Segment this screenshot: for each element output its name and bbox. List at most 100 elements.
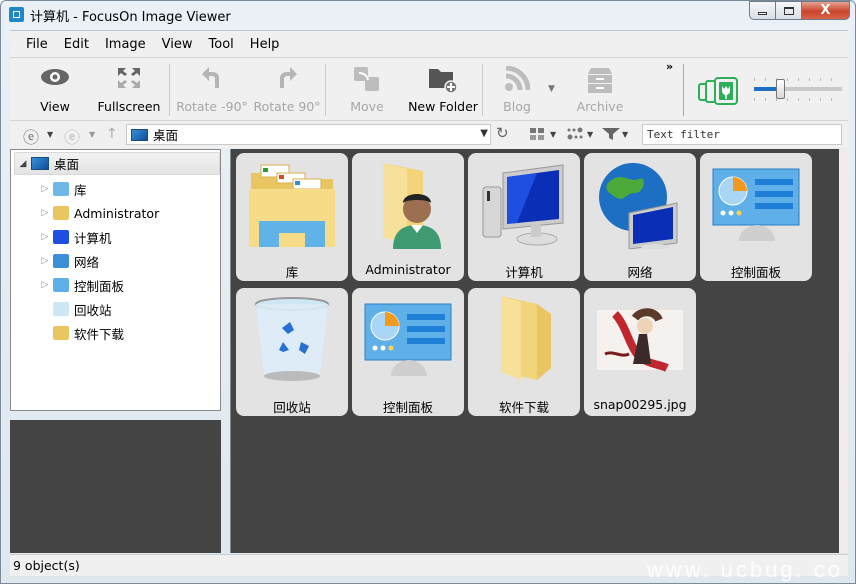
thumbnail-tile[interactable]: 控制面板 [700,153,812,281]
menu-bar: File Edit Image View Tool Help [10,30,848,57]
app-logo-icon [9,7,24,22]
menu-image[interactable]: Image [97,37,154,52]
move-button[interactable]: Move [338,62,396,118]
thumbnail-label: Administrator [365,262,451,277]
menu-file[interactable]: File [26,37,56,52]
title-bar[interactable]: 计算机 - FocusOn Image Viewer X [1,1,855,29]
thumbnail-tile[interactable]: 网络 [584,153,696,281]
tree-item-label: 控制面板 [74,278,125,294]
thumbnail-label: 回收站 [273,400,311,415]
refresh-icon[interactable]: ↻ [496,124,509,142]
vertical-scrollbar[interactable] [839,149,848,553]
layout-grid-icon[interactable] [529,127,545,141]
thumbnail-tile[interactable]: 控制面板 [352,288,464,416]
layout-dropdown-icon[interactable]: ▼ [550,130,556,139]
maximize-button[interactable] [776,1,802,20]
blog-dropdown-icon[interactable]: ▼ [548,84,555,94]
slider-ticks-top [754,78,842,81]
fullscreen-button[interactable]: Fullscreen [96,62,162,118]
caption-buttons: X [749,1,850,20]
desktop-icon [31,157,49,170]
forward-dropdown-icon[interactable]: ▼ [89,130,95,139]
thumbnail-tile[interactable]: 库 [236,153,348,281]
user-folder-icon [53,206,69,220]
expand-icon[interactable]: ▷ [37,232,53,242]
sort-dropdown-icon[interactable]: ▼ [587,130,593,139]
user-folder-icon [363,159,453,251]
tree-item[interactable]: ▷ 控制面板 [37,274,124,296]
filter-icon[interactable] [602,127,620,141]
thumbnail-size-icon [698,77,738,105]
back-dropdown-icon[interactable]: ▼ [47,130,53,139]
rotate-left-button[interactable]: Rotate -90° [176,62,248,118]
back-icon[interactable]: ⓔ [23,124,39,148]
library-icon [53,182,69,196]
tree-item-label: 库 [74,182,87,198]
address-location: 桌面 [153,128,179,143]
app-window: 计算机 - FocusOn Image Viewer X File Edit I… [0,0,856,584]
address-field[interactable]: 桌面 ▼ [126,124,491,145]
thumbnail-tile[interactable]: snap00295.jpg [584,288,696,416]
archive-icon [588,68,612,93]
new-folder-icon [429,69,458,94]
menu-edit[interactable]: Edit [56,37,97,52]
computer-icon [479,159,569,251]
address-dropdown-icon[interactable]: ▼ [480,128,488,139]
thumbnail-tile[interactable]: Administrator [352,153,464,281]
tree-item[interactable]: 回收站 [37,298,112,320]
up-icon[interactable]: ↑ [106,126,118,142]
expand-icon[interactable]: ▷ [37,184,53,194]
view-button[interactable]: View [24,62,86,118]
sort-icon[interactable] [566,126,586,142]
tree-item[interactable]: ▷ 网络 [37,250,99,272]
preview-panel [10,420,221,553]
menu-view[interactable]: View [154,37,201,52]
fullscreen-label: Fullscreen [97,99,161,114]
maximize-icon [783,6,794,15]
rotate-right-button[interactable]: Rotate 90° [252,62,322,118]
archive-button[interactable]: Archive [570,62,630,118]
tree-root-desktop[interactable]: ◢ 桌面 [14,152,220,175]
minimize-icon [758,12,767,15]
toolbar: View Fullscreen Rotate -90° Rotate 90° M… [10,57,848,121]
close-button[interactable]: X [802,1,850,20]
expand-icon[interactable]: ▷ [37,280,53,290]
new-folder-button[interactable]: New Folder [402,62,484,118]
address-bar: ⓔ ▼ ⓔ ▼ ↑ 桌面 ▼ ↻ ▼ ▼ ▼ Text filter [10,121,848,148]
tree-item[interactable]: 软件下载 [37,322,124,344]
thumbnail-tile[interactable]: 计算机 [468,153,580,281]
slider-thumb[interactable] [776,79,786,99]
library-icon [247,159,337,251]
thumbnail-label: snap00295.jpg [593,397,687,412]
text-filter-input[interactable]: Text filter [642,124,842,145]
tree-item-label: Administrator [74,205,160,221]
rotate-right-label: Rotate 90° [253,99,321,114]
rotate-left-label: Rotate -90° [176,99,248,114]
toolbar-overflow-button[interactable]: » [666,60,673,73]
thumbnail-size-slider[interactable] [754,76,844,102]
expand-icon[interactable]: ▷ [37,208,53,218]
filter-dropdown-icon[interactable]: ▼ [622,130,628,139]
blog-button[interactable]: Blog [494,62,540,118]
thumbnail-label: 网络 [627,265,653,280]
status-text: 9 object(s) [13,558,80,573]
folder-icon [479,294,569,386]
tree-item[interactable]: ▷ 计算机 [37,226,112,248]
expand-icon[interactable]: ▷ [37,256,53,266]
menu-tool[interactable]: Tool [201,37,242,52]
image-thumbnail [595,294,685,386]
menu-help[interactable]: Help [242,37,288,52]
thumbnail-tile[interactable]: 回收站 [236,288,348,416]
new-folder-label: New Folder [408,99,478,114]
collapse-icon[interactable]: ◢ [15,159,31,169]
forward-icon[interactable]: ⓔ [64,124,80,148]
thumbnail-tile[interactable]: 软件下载 [468,288,580,416]
rotate-left-icon [202,67,219,88]
move-icon [354,67,379,91]
tree-item[interactable]: ▷ Administrator [37,202,160,224]
fullscreen-icon [118,68,140,88]
tree-item[interactable]: ▷ 库 [37,178,87,200]
minimize-button[interactable] [749,1,776,20]
thumbnail-label: 软件下载 [498,400,549,415]
control-panel-icon [711,159,801,251]
